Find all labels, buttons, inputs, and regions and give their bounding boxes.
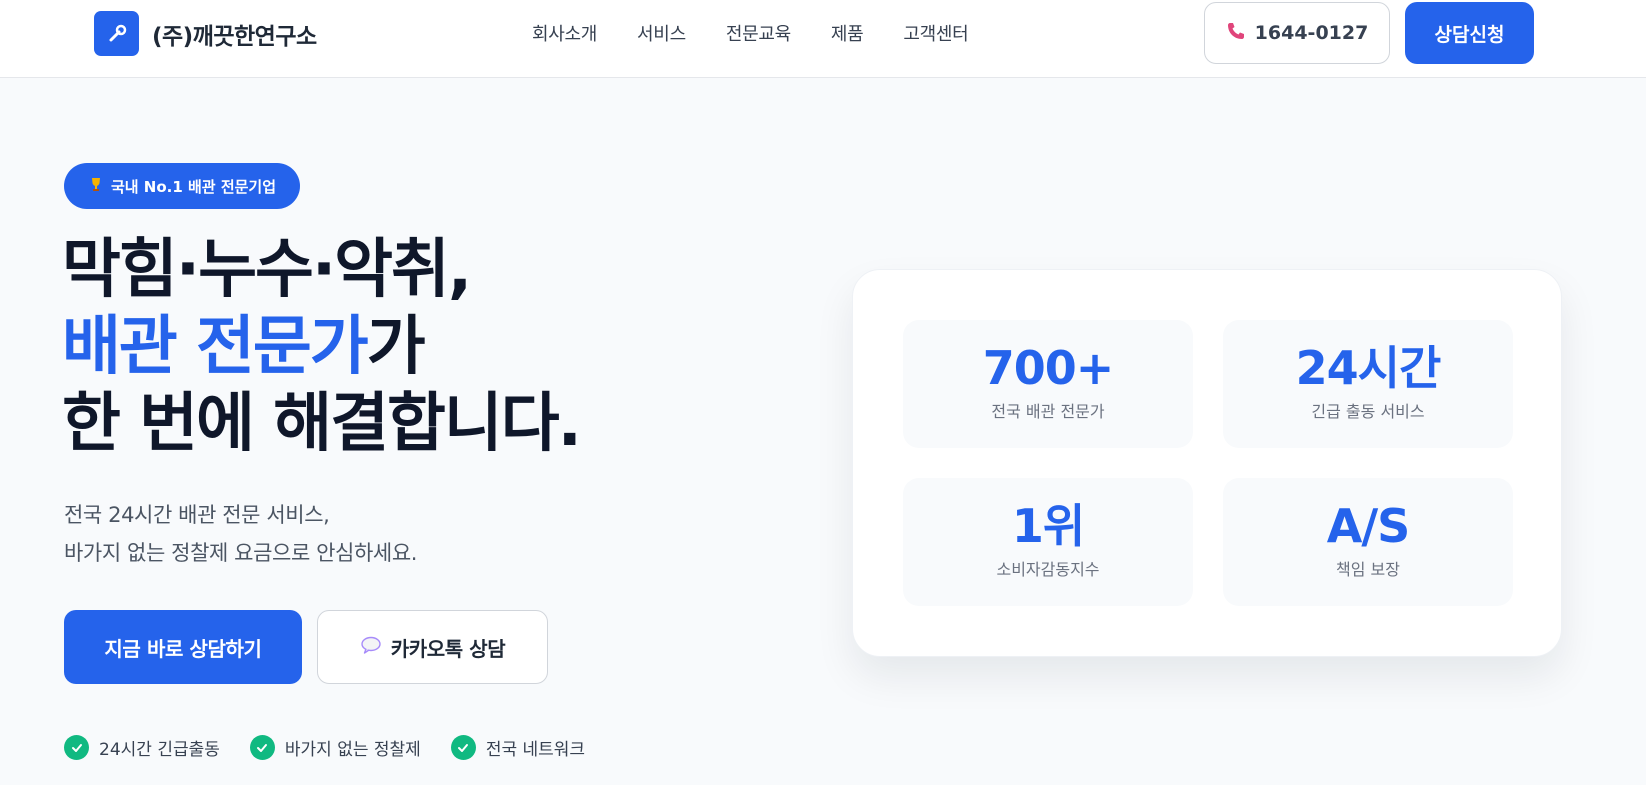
subcopy-line-1: 전국 24시간 배관 전문 서비스, — [64, 503, 330, 527]
wrench-icon — [94, 11, 139, 56]
check-icon — [249, 735, 275, 760]
stat-value: 24시간 — [1295, 341, 1442, 395]
logo[interactable]: (주)깨끗한연구소 — [94, 11, 317, 56]
check-icon — [450, 735, 476, 760]
headline-accent: 배관 전문가 — [62, 310, 369, 384]
check-icon — [64, 735, 89, 760]
nav-item-about[interactable]: 회사소개 — [532, 20, 597, 46]
feature-list: 24시간 긴급출동 바가지 없는 정찰제 전국 네트워크 — [64, 735, 585, 760]
feature-label: 24시간 긴급출동 — [99, 740, 220, 760]
feature-item: 바가지 없는 정찰제 — [249, 735, 421, 760]
hero-subcopy: 전국 24시간 배관 전문 서비스, 바가지 없는 정찰제 요금으로 안심하세요… — [64, 496, 417, 572]
stat-warranty: A/S 책임 보장 — [1223, 478, 1513, 606]
hero-headline: 막힘·누수·악취, 배관 전문가가 한 번에 해결합니다. — [62, 232, 582, 463]
subcopy-line-2: 바가지 없는 정찰제 요금으로 안심하세요. — [64, 541, 418, 565]
headline-line-1: 막힘·누수·악취, — [62, 233, 472, 307]
speech-bubble-icon — [360, 635, 382, 659]
nav-item-products[interactable]: 제품 — [831, 20, 864, 46]
feature-label: 전국 네트워크 — [485, 740, 586, 760]
stat-experts: 700+ 전국 배관 전문가 — [903, 320, 1193, 448]
nav-item-education[interactable]: 전문교육 — [726, 20, 791, 46]
logo-text: (주)깨끗한연구소 — [152, 23, 317, 50]
trophy-icon — [88, 176, 104, 196]
main-nav: 회사소개 서비스 전문교육 제품 고객센터 — [532, 20, 969, 46]
stat-label: 전국 배관 전문가 — [991, 402, 1105, 421]
stat-label: 책임 보장 — [1336, 560, 1400, 579]
nav-item-services[interactable]: 서비스 — [637, 20, 686, 46]
stat-emergency: 24시간 긴급 출동 서비스 — [1223, 320, 1513, 448]
site-header: (주)깨끗한연구소 회사소개 서비스 전문교육 제품 고객센터 1644-012… — [0, 0, 1646, 78]
stat-value: 700+ — [982, 341, 1115, 395]
kakao-consult-button[interactable]: 카카오톡 상담 — [317, 610, 548, 684]
feature-item: 24시간 긴급출동 — [64, 735, 220, 760]
stat-label: 소비자감동지수 — [996, 560, 1100, 579]
feature-item: 전국 네트워크 — [450, 735, 586, 760]
phone-button[interactable]: 1644-0127 — [1204, 2, 1390, 64]
headline-line-3: 한 번에 해결합니다. — [62, 387, 582, 461]
hero-badge: 국내 No.1 배관 전문기업 — [64, 163, 300, 209]
stat-value: 1위 — [1011, 499, 1085, 553]
consult-now-button[interactable]: 지금 바로 상담하기 — [64, 610, 302, 684]
phone-icon — [1226, 21, 1246, 46]
consult-button[interactable]: 상담신청 — [1405, 2, 1534, 64]
nav-item-support[interactable]: 고객센터 — [903, 20, 968, 46]
kakao-consult-label: 카카오톡 상담 — [390, 636, 506, 661]
stat-label: 긴급 출동 서비스 — [1311, 402, 1425, 421]
phone-number: 1644-0127 — [1254, 22, 1369, 44]
feature-label: 바가지 없는 정찰제 — [284, 740, 421, 760]
stats-card: 700+ 전국 배관 전문가 24시간 긴급 출동 서비스 1위 소비자감동지수… — [852, 269, 1562, 657]
headline-line-2-rest: 가 — [366, 310, 426, 384]
stat-value: A/S — [1326, 499, 1411, 553]
stat-ranking: 1위 소비자감동지수 — [903, 478, 1193, 606]
hero-badge-label: 국내 No.1 배관 전문기업 — [110, 177, 277, 196]
